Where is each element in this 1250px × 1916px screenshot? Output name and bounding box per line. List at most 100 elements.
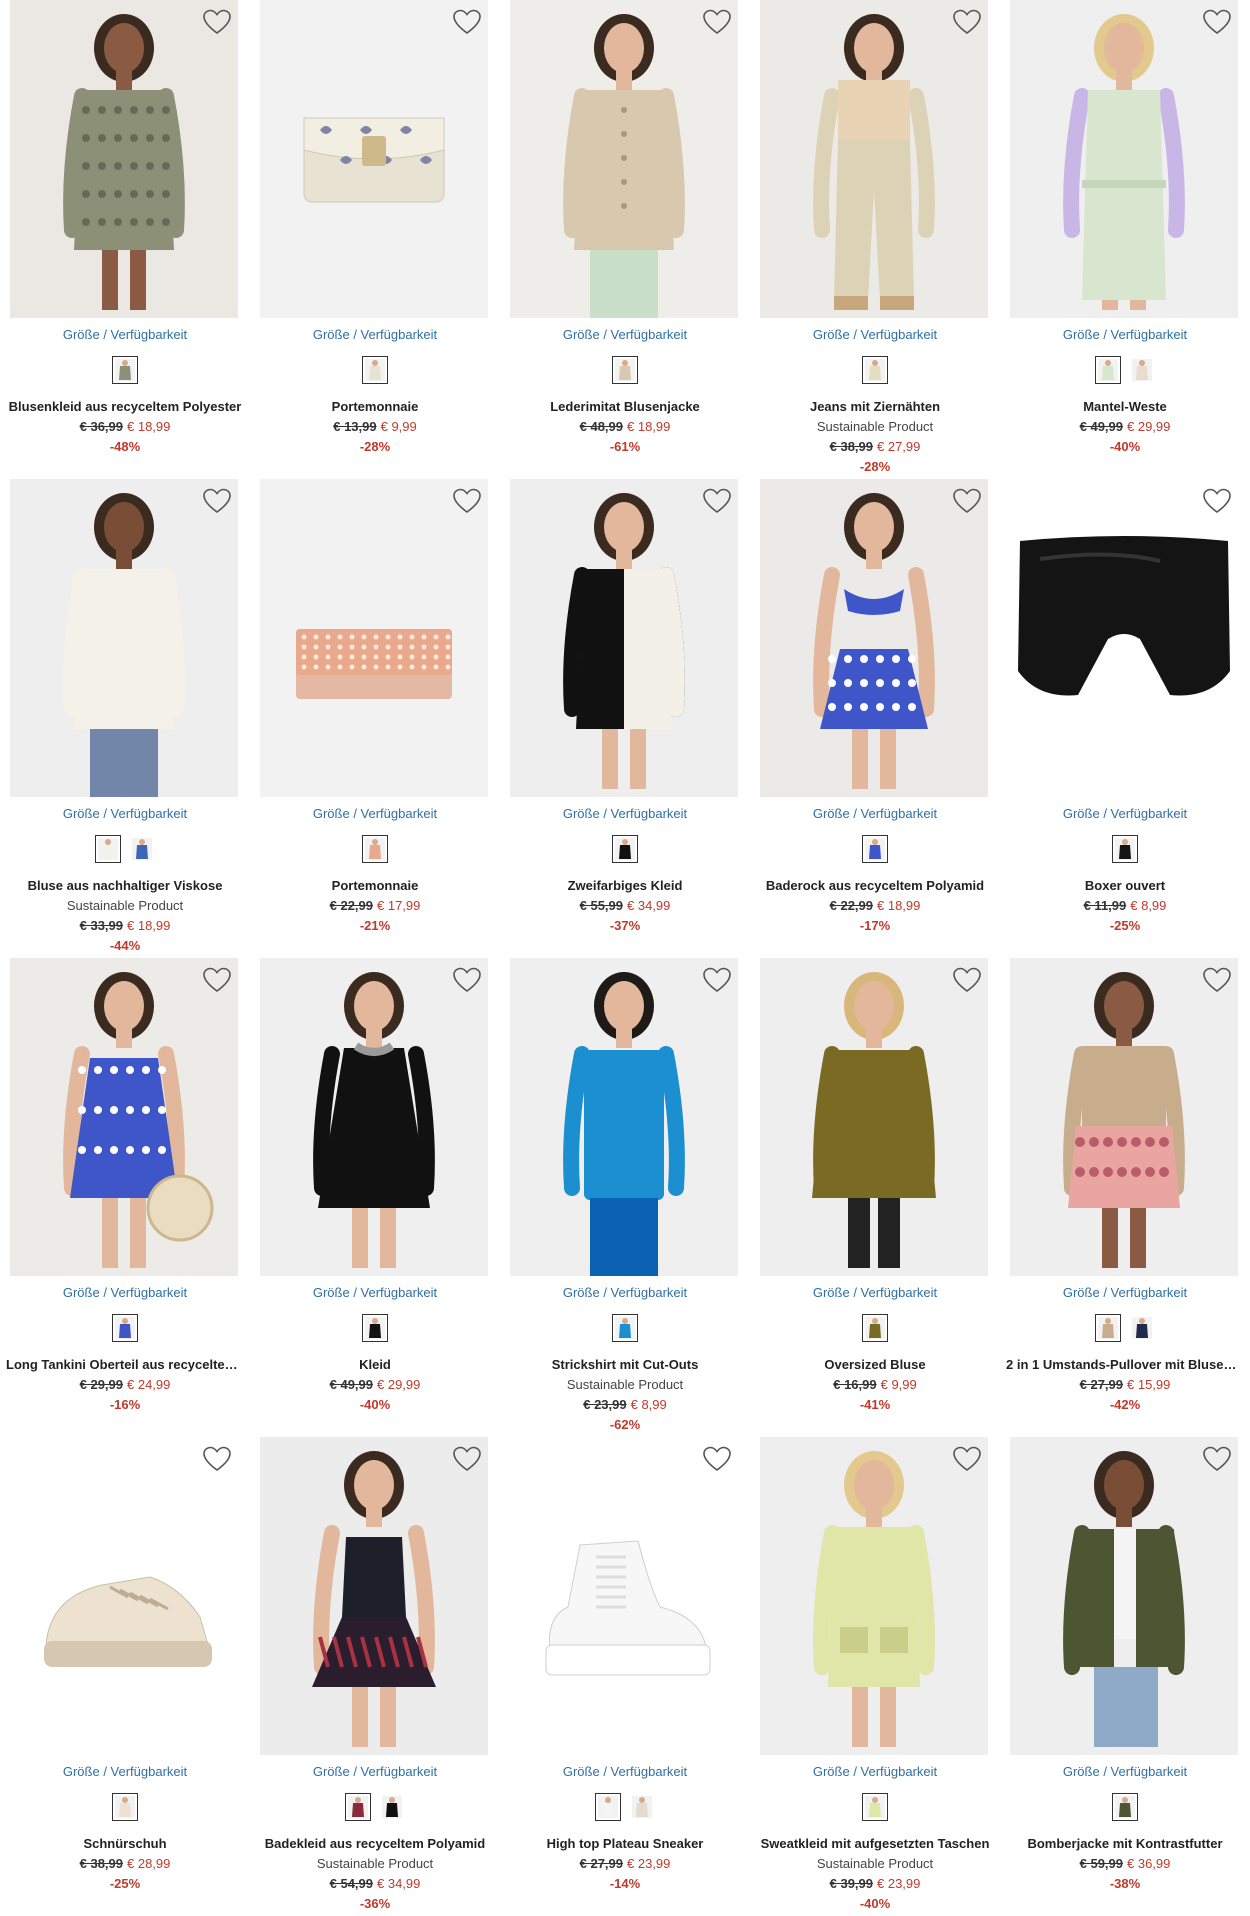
product-image[interactable] (260, 0, 488, 318)
wishlist-heart-icon[interactable] (952, 8, 982, 36)
size-availability-link[interactable]: Größe / Verfügbarkeit (0, 1764, 250, 1779)
product-card[interactable]: Größe / Verfügbarkeit Zweifarbiges Kleid €… (500, 479, 750, 949)
wishlist-heart-icon[interactable] (452, 966, 482, 994)
product-card[interactable]: Größe / Verfügbarkeit Baderock aus recyce… (750, 479, 1000, 949)
product-image[interactable] (10, 0, 238, 318)
product-image[interactable] (10, 958, 238, 1276)
product-card[interactable]: Größe / Verfügbarkeit Portemonnaie € 13,99… (250, 0, 500, 470)
color-swatch[interactable] (862, 835, 888, 863)
product-image[interactable] (260, 958, 488, 1276)
color-swatch[interactable] (1112, 1793, 1138, 1821)
product-image[interactable] (760, 1437, 988, 1755)
color-swatch[interactable] (95, 835, 121, 863)
product-card[interactable]: Größe / Verfügbarkeit Kleid € 49,99 € 29,99… (250, 958, 500, 1428)
product-card[interactable]: Größe / Verfügbarkeit Bomberjacke mit Kon… (1000, 1437, 1250, 1907)
product-name[interactable]: Baderock aus recyceltem Polyamid (750, 876, 1000, 896)
color-swatch[interactable] (862, 1793, 888, 1821)
product-name[interactable]: Oversized Bluse (750, 1355, 1000, 1375)
size-availability-link[interactable]: Größe / Verfügbarkeit (500, 327, 750, 342)
wishlist-heart-icon[interactable] (702, 1445, 732, 1473)
product-card[interactable]: Größe / Verfügbarkeit Sweatkleid mit aufg… (750, 1437, 1000, 1911)
size-availability-link[interactable]: Größe / Verfügbarkeit (0, 1285, 250, 1300)
product-card[interactable]: Größe / Verfügbarkeit Long Tankini Oberte… (0, 958, 250, 1428)
product-image[interactable] (10, 1437, 238, 1755)
product-name[interactable]: Bluse aus nachhaltiger Viskose (0, 876, 250, 896)
product-card[interactable]: Größe / Verfügbarkeit Lederimitat Blusenj… (500, 0, 750, 470)
product-image[interactable] (510, 1437, 738, 1755)
product-card[interactable]: Größe / Verfügbarkeit Bluse aus nachhalti… (0, 479, 250, 953)
product-image[interactable] (1010, 1437, 1238, 1755)
color-swatch[interactable] (862, 356, 888, 384)
product-name[interactable]: Portemonnaie (250, 876, 500, 896)
product-card[interactable]: Größe / Verfügbarkeit Blusenkleid aus rec… (0, 0, 250, 470)
product-card[interactable]: Größe / Verfügbarkeit Jeans mit Ziernähte… (750, 0, 1000, 474)
size-availability-link[interactable]: Größe / Verfügbarkeit (750, 327, 1000, 342)
color-swatch[interactable] (112, 356, 138, 384)
wishlist-heart-icon[interactable] (1202, 1445, 1232, 1473)
color-swatch[interactable] (1095, 1314, 1121, 1342)
color-swatch[interactable] (629, 1793, 655, 1821)
product-image[interactable] (1010, 0, 1238, 318)
product-image[interactable] (1010, 479, 1238, 797)
color-swatch[interactable] (862, 1314, 888, 1342)
color-swatch[interactable] (1129, 356, 1155, 384)
size-availability-link[interactable]: Größe / Verfügbarkeit (1000, 1285, 1250, 1300)
color-swatch[interactable] (112, 1314, 138, 1342)
size-availability-link[interactable]: Größe / Verfügbarkeit (750, 1764, 1000, 1779)
product-name[interactable]: Mantel-Weste (1000, 397, 1250, 417)
wishlist-heart-icon[interactable] (952, 1445, 982, 1473)
product-name[interactable]: Boxer ouvert (1000, 876, 1250, 896)
size-availability-link[interactable]: Größe / Verfügbarkeit (750, 1285, 1000, 1300)
product-name[interactable]: Badekleid aus recyceltem Polyamid (250, 1834, 500, 1854)
wishlist-heart-icon[interactable] (452, 1445, 482, 1473)
product-card[interactable]: Größe / Verfügbarkeit Portemonnaie € 22,99… (250, 479, 500, 949)
color-swatch[interactable] (129, 835, 155, 863)
size-availability-link[interactable]: Größe / Verfügbarkeit (250, 327, 500, 342)
product-card[interactable]: Größe / Verfügbarkeit Strickshirt mit Cut… (500, 958, 750, 1432)
size-availability-link[interactable]: Größe / Verfügbarkeit (0, 806, 250, 821)
color-swatch[interactable] (612, 356, 638, 384)
product-name[interactable]: Zweifarbiges Kleid (500, 876, 750, 896)
product-image[interactable] (510, 0, 738, 318)
wishlist-heart-icon[interactable] (702, 487, 732, 515)
wishlist-heart-icon[interactable] (702, 966, 732, 994)
wishlist-heart-icon[interactable] (452, 8, 482, 36)
size-availability-link[interactable]: Größe / Verfügbarkeit (0, 327, 250, 342)
product-name[interactable]: Blusenkleid aus recyceltem Polyester (0, 397, 250, 417)
product-image[interactable] (1010, 958, 1238, 1276)
wishlist-heart-icon[interactable] (452, 487, 482, 515)
product-image[interactable] (760, 0, 988, 318)
size-availability-link[interactable]: Größe / Verfügbarkeit (750, 806, 1000, 821)
wishlist-heart-icon[interactable] (1202, 487, 1232, 515)
product-image[interactable] (510, 479, 738, 797)
product-image[interactable] (260, 1437, 488, 1755)
product-card[interactable]: Größe / Verfügbarkeit Schnürschuh € 38,99 €… (0, 1437, 250, 1907)
product-name[interactable]: High top Plateau Sneaker (500, 1834, 750, 1854)
color-swatch[interactable] (379, 1793, 405, 1821)
wishlist-heart-icon[interactable] (202, 966, 232, 994)
color-swatch[interactable] (1112, 835, 1138, 863)
product-name[interactable]: Portemonnaie (250, 397, 500, 417)
color-swatch[interactable] (362, 835, 388, 863)
product-name[interactable]: Bomberjacke mit Kontrastfutter (1000, 1834, 1250, 1854)
wishlist-heart-icon[interactable] (1202, 8, 1232, 36)
product-card[interactable]: Größe / Verfügbarkeit Oversized Bluse € 16… (750, 958, 1000, 1428)
size-availability-link[interactable]: Größe / Verfügbarkeit (1000, 806, 1250, 821)
wishlist-heart-icon[interactable] (952, 487, 982, 515)
color-swatch[interactable] (612, 835, 638, 863)
size-availability-link[interactable]: Größe / Verfügbarkeit (250, 1285, 500, 1300)
wishlist-heart-icon[interactable] (202, 487, 232, 515)
product-card[interactable]: Größe / Verfügbarkeit 2 in 1 Umstands-Pul… (1000, 958, 1250, 1428)
product-card[interactable]: Größe / Verfügbarkeit High top Plateau Sn… (500, 1437, 750, 1907)
wishlist-heart-icon[interactable] (1202, 966, 1232, 994)
product-name[interactable]: Strickshirt mit Cut-Outs (500, 1355, 750, 1375)
color-swatch[interactable] (112, 1793, 138, 1821)
color-swatch[interactable] (345, 1793, 371, 1821)
product-name[interactable]: Schnürschuh (0, 1834, 250, 1854)
product-name[interactable]: Long Tankini Oberteil aus recyceltem Pol… (0, 1355, 250, 1375)
product-image[interactable] (510, 958, 738, 1276)
wishlist-heart-icon[interactable] (952, 966, 982, 994)
size-availability-link[interactable]: Größe / Verfügbarkeit (500, 1285, 750, 1300)
color-swatch[interactable] (1129, 1314, 1155, 1342)
size-availability-link[interactable]: Größe / Verfügbarkeit (250, 1764, 500, 1779)
